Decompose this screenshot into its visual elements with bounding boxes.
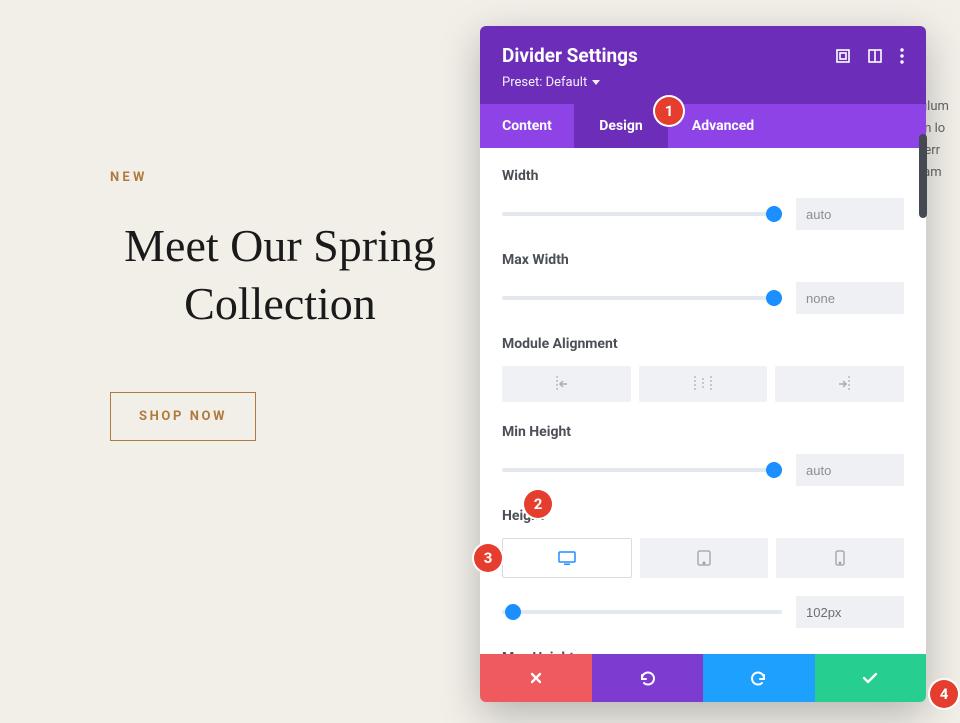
chevron-down-icon [592, 80, 600, 85]
slider-thumb[interactable] [766, 462, 782, 478]
scrollbar-thumb[interactable] [919, 134, 927, 218]
tab-design[interactable]: Design [574, 104, 668, 148]
alignment-group: Module Alignment [502, 336, 904, 402]
shop-now-button[interactable]: SHOP NOW [110, 392, 256, 441]
align-center-button[interactable] [639, 366, 768, 402]
height-slider[interactable] [502, 610, 782, 614]
undo-button[interactable] [592, 654, 704, 702]
width-input[interactable] [796, 198, 904, 230]
panel-header: Divider Settings [480, 26, 926, 148]
columns-icon[interactable] [868, 49, 882, 63]
annotation-badge-3: 3 [474, 544, 502, 572]
height-input[interactable] [796, 596, 904, 628]
tab-content[interactable]: Content [480, 104, 574, 148]
preset-dropdown[interactable]: Preset: Default [502, 75, 600, 90]
align-left-button[interactable] [502, 366, 631, 402]
cancel-button[interactable] [480, 654, 592, 702]
save-button[interactable] [815, 654, 927, 702]
min-height-slider[interactable] [502, 468, 782, 472]
max-width-group: Max Width [502, 252, 904, 314]
annotation-badge-1: 1 [655, 97, 683, 125]
device-phone-button[interactable] [776, 538, 904, 578]
slider-thumb[interactable] [766, 290, 782, 306]
preset-label: Preset: Default [502, 75, 587, 90]
max-width-slider[interactable] [502, 296, 782, 300]
width-group: Width [502, 168, 904, 230]
slider-thumb[interactable] [766, 206, 782, 222]
divider-settings-panel: Divider Settings [480, 26, 926, 702]
panel-footer [480, 654, 926, 702]
min-height-input[interactable] [796, 454, 904, 486]
width-slider[interactable] [502, 212, 782, 216]
min-height-label: Min Height [502, 424, 904, 440]
height-group: Height [502, 508, 904, 628]
annotation-badge-4: 4 [930, 680, 958, 708]
annotation-badge-2: 2 [524, 490, 552, 518]
max-height-group: Max Height [502, 650, 904, 654]
device-desktop-button[interactable] [502, 538, 632, 578]
max-height-label: Max Height [502, 650, 904, 654]
max-width-input[interactable] [796, 282, 904, 314]
min-height-group: Min Height [502, 424, 904, 486]
scroll-track[interactable] [919, 24, 927, 514]
headline: Meet Our Spring Collection [110, 217, 450, 332]
redo-button[interactable] [703, 654, 815, 702]
menu-icon[interactable] [900, 48, 904, 64]
device-tablet-button[interactable] [640, 538, 768, 578]
expand-icon[interactable] [836, 49, 850, 63]
max-width-label: Max Width [502, 252, 904, 268]
panel-title: Divider Settings [502, 44, 638, 67]
width-label: Width [502, 168, 904, 184]
panel-body: Width Max Width Module Alignment [480, 148, 926, 654]
height-label: Height [502, 508, 904, 524]
slider-thumb[interactable] [505, 604, 521, 620]
alignment-label: Module Alignment [502, 336, 904, 352]
tab-advanced[interactable]: Advanced [668, 104, 778, 148]
hero-section: NEW Meet Our Spring Collection SHOP NOW [110, 170, 450, 441]
align-right-button[interactable] [775, 366, 904, 402]
eyebrow: NEW [110, 170, 450, 185]
